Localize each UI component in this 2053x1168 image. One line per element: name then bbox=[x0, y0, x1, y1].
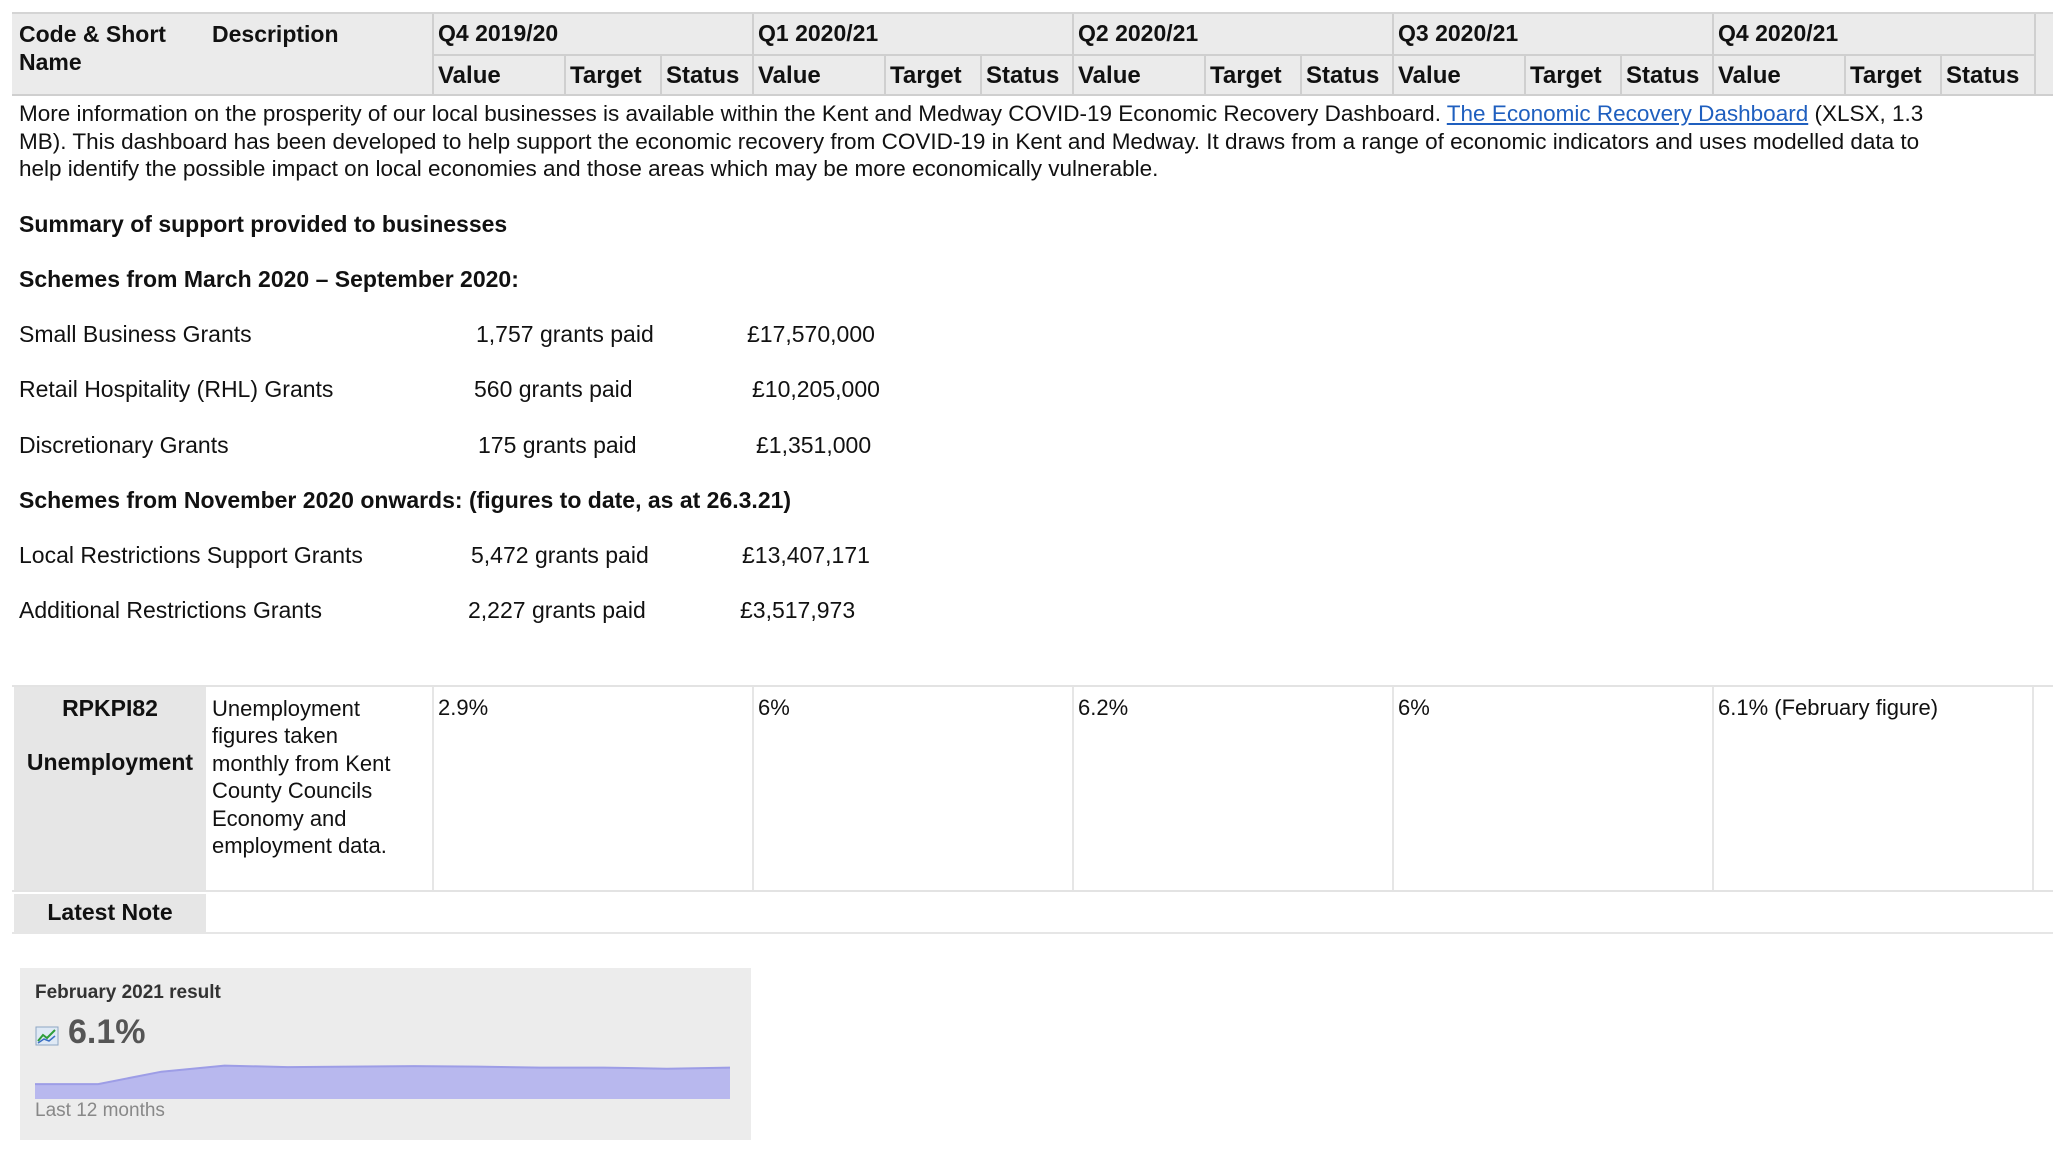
result-widget: February 2021 result 6.1% Last 12 months bbox=[20, 968, 751, 1140]
sparkline-footer: Last 12 months bbox=[35, 1100, 165, 1121]
kpi-value-q4-2020-21: 6.1% (February figure) bbox=[1718, 695, 1939, 720]
description-header: Description bbox=[212, 21, 339, 47]
kpi-name: Unemployment bbox=[26, 749, 194, 775]
kpi-description-line: figures taken bbox=[212, 723, 338, 749]
quarter-label: Q1 2020/21 bbox=[758, 20, 879, 46]
scheme-name: Local Restrictions Support Grants bbox=[19, 542, 363, 568]
status-subheader: Status bbox=[666, 62, 740, 89]
scheme-amount: £10,205,000 bbox=[752, 376, 880, 402]
target-subheader: Target bbox=[570, 62, 642, 89]
quarter-subheaders: Value Target Status bbox=[1074, 54, 1394, 96]
kpi-description-line: employment data. bbox=[212, 833, 387, 859]
latest-note-cell: Latest Note bbox=[14, 894, 206, 932]
intro-text: (XLSX, 1.3 bbox=[1808, 101, 1924, 126]
kpi-description-line: County Councils bbox=[212, 778, 373, 804]
quarter-label: Q3 2020/21 bbox=[1398, 20, 1519, 46]
trend-chart-icon bbox=[35, 1026, 59, 1046]
kpi-value-q2-2020-21: 6.2% bbox=[1078, 695, 1129, 720]
target-subheader: Target bbox=[890, 62, 962, 89]
quarter-header-3: Q2 2020/21 Value Target Status bbox=[1072, 14, 1394, 96]
status-subheader: Status bbox=[986, 62, 1060, 89]
summary-heading: Summary of support provided to businesse… bbox=[19, 211, 508, 237]
value-subheader: Value bbox=[1718, 62, 1781, 89]
target-subheader: Target bbox=[1530, 62, 1602, 89]
scheme-amount: £3,517,973 bbox=[740, 597, 856, 623]
scheme-amount: £13,407,171 bbox=[742, 542, 870, 568]
quarter-label: Q4 2020/21 bbox=[1718, 20, 1839, 46]
value-subheader: Value bbox=[758, 62, 821, 89]
table-header: Code & Short Name Description Q4 2019/20… bbox=[12, 12, 2053, 96]
kpi-code: RPKPI82 bbox=[62, 695, 158, 721]
sparkline-area bbox=[35, 1065, 730, 1099]
scheme-amount: £17,570,000 bbox=[747, 321, 875, 347]
result-value: 6.1% bbox=[68, 1013, 146, 1051]
intro-text: MB). This dashboard has been developed t… bbox=[19, 128, 1920, 154]
scheme-name: Small Business Grants bbox=[19, 321, 252, 347]
target-subheader: Target bbox=[1850, 62, 1922, 89]
quarter-subheaders: Value Target Status bbox=[1714, 54, 2034, 96]
scheme-name: Additional Restrictions Grants bbox=[19, 597, 322, 623]
value-subheader: Value bbox=[1078, 62, 1141, 89]
intro-text: help identify the possible impact on loc… bbox=[19, 156, 1159, 181]
kpi-value-q3-2020-21: 6% bbox=[1398, 695, 1430, 720]
kpi-description-line: Economy and bbox=[212, 805, 347, 831]
kpi-value-q4-2019-20: 2.9% bbox=[438, 695, 489, 720]
schemes-2-heading: Schemes from November 2020 onwards: (fig… bbox=[19, 487, 792, 513]
quarter-header-1: Q4 2019/20 Value Target Status bbox=[432, 14, 754, 96]
kpi-code-cell: RPKPI82 Unemployment bbox=[14, 687, 206, 890]
scheme-count: 560 grants paid bbox=[474, 376, 633, 402]
intro-text: More information on the prosperity of ou… bbox=[19, 101, 1447, 126]
kpi-description-line: Unemployment bbox=[212, 696, 360, 721]
scheme-name: Discretionary Grants bbox=[19, 432, 229, 458]
sparkline-chart bbox=[35, 1064, 730, 1099]
scheme-count: 5,472 grants paid bbox=[471, 542, 649, 568]
value-subheader: Value bbox=[438, 62, 501, 89]
schemes-1-heading: Schemes from March 2020 – September 2020… bbox=[19, 266, 519, 292]
quarter-subheaders: Value Target Status bbox=[754, 54, 1074, 96]
economic-recovery-dashboard-link[interactable]: The Economic Recovery Dashboard bbox=[1447, 101, 1808, 126]
scheme-count: 1,757 grants paid bbox=[476, 321, 654, 347]
result-title: February 2021 result bbox=[35, 982, 221, 1003]
quarter-header-5: Q4 2020/21 Value Target Status bbox=[1712, 14, 2053, 96]
code-name-header: Code & Short Name bbox=[19, 21, 166, 75]
status-subheader: Status bbox=[1626, 62, 1700, 89]
scheme-name: Retail Hospitality (RHL) Grants bbox=[19, 376, 334, 402]
quarter-subheaders: Value Target Status bbox=[434, 54, 754, 96]
kpi-value-q1-2020-21: 6% bbox=[758, 695, 790, 720]
scheme-amount: £1,351,000 bbox=[756, 432, 872, 458]
kpi-description: Unemployment figures taken monthly from … bbox=[212, 695, 432, 859]
quarter-header-4: Q3 2020/21 Value Target Status bbox=[1392, 14, 1714, 96]
quarter-label: Q2 2020/21 bbox=[1078, 20, 1199, 46]
value-subheader: Value bbox=[1398, 62, 1461, 89]
latest-note-row-divider bbox=[12, 932, 2053, 934]
kpi-description-line: monthly from Kent bbox=[212, 750, 391, 776]
latest-note-label: Latest Note bbox=[47, 899, 173, 925]
status-subheader: Status bbox=[1306, 62, 1380, 89]
intro-paragraph: More information on the prosperity of ou… bbox=[19, 100, 2053, 183]
scheme-count: 175 grants paid bbox=[478, 432, 637, 458]
scheme-count: 2,227 grants paid bbox=[468, 597, 646, 623]
status-subheader: Status bbox=[1946, 62, 2020, 89]
quarter-header-2: Q1 2020/21 Value Target Status bbox=[752, 14, 1074, 96]
quarter-label: Q4 2019/20 bbox=[438, 20, 559, 46]
quarter-subheaders: Value Target Status bbox=[1394, 54, 1714, 96]
target-subheader: Target bbox=[1210, 62, 1282, 89]
